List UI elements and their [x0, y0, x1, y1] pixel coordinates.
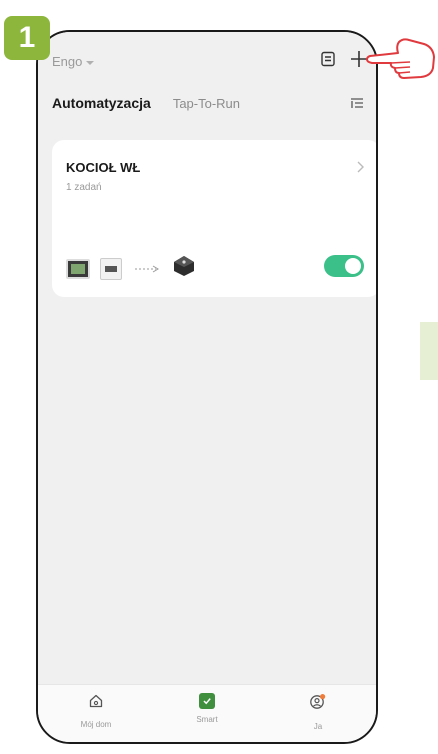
step-number-badge: 1	[4, 16, 50, 60]
profile-icon	[309, 693, 327, 716]
home-icon	[88, 693, 104, 714]
tab-automation[interactable]: Automatyzacja	[52, 95, 151, 111]
toggle-knob	[345, 258, 361, 274]
app-header: Engo Automatyzacja Tap-To-Run	[38, 32, 376, 122]
nav-label-me: Ja	[313, 722, 323, 731]
automation-card[interactable]: KOCIOŁ WŁ 1 zadań	[52, 140, 376, 297]
side-highlight-strip	[420, 322, 438, 380]
nav-me[interactable]: Ja	[288, 685, 348, 742]
nav-smart[interactable]: Smart	[177, 685, 237, 742]
nav-my-home[interactable]: Mój dom	[66, 685, 126, 742]
sort-icon[interactable]	[350, 96, 364, 114]
automation-title: KOCIOŁ WŁ	[66, 160, 141, 175]
automation-toggle[interactable]	[324, 255, 364, 277]
phone-screen: Engo Automatyzacja Tap-To-Run KOCIOŁ WŁ …	[36, 30, 378, 744]
device-flow	[66, 254, 196, 283]
tab-tap-to-run[interactable]: Tap-To-Run	[173, 96, 240, 111]
thermostat-light-icon	[100, 257, 122, 280]
chevron-right-icon[interactable]	[356, 160, 364, 178]
thermostat-dark-icon	[66, 258, 90, 279]
chevron-down-icon	[86, 60, 95, 65]
header-actions	[320, 50, 368, 73]
nav-label-smart: Smart	[196, 715, 218, 724]
home-selector[interactable]: Engo	[52, 54, 95, 69]
pointing-hand-icon	[366, 26, 438, 87]
nav-label-my-home: Mój dom	[80, 720, 112, 729]
arrow-right-icon	[134, 265, 160, 273]
tab-bar: Automatyzacja Tap-To-Run	[52, 95, 240, 111]
bottom-nav: Mój dom Smart Ja	[38, 684, 376, 742]
home-name: Engo	[52, 54, 83, 69]
smart-icon	[199, 693, 215, 709]
log-icon[interactable]	[320, 51, 336, 72]
automation-subtitle: 1 zadań	[66, 182, 102, 193]
boiler-controller-icon	[172, 254, 196, 283]
